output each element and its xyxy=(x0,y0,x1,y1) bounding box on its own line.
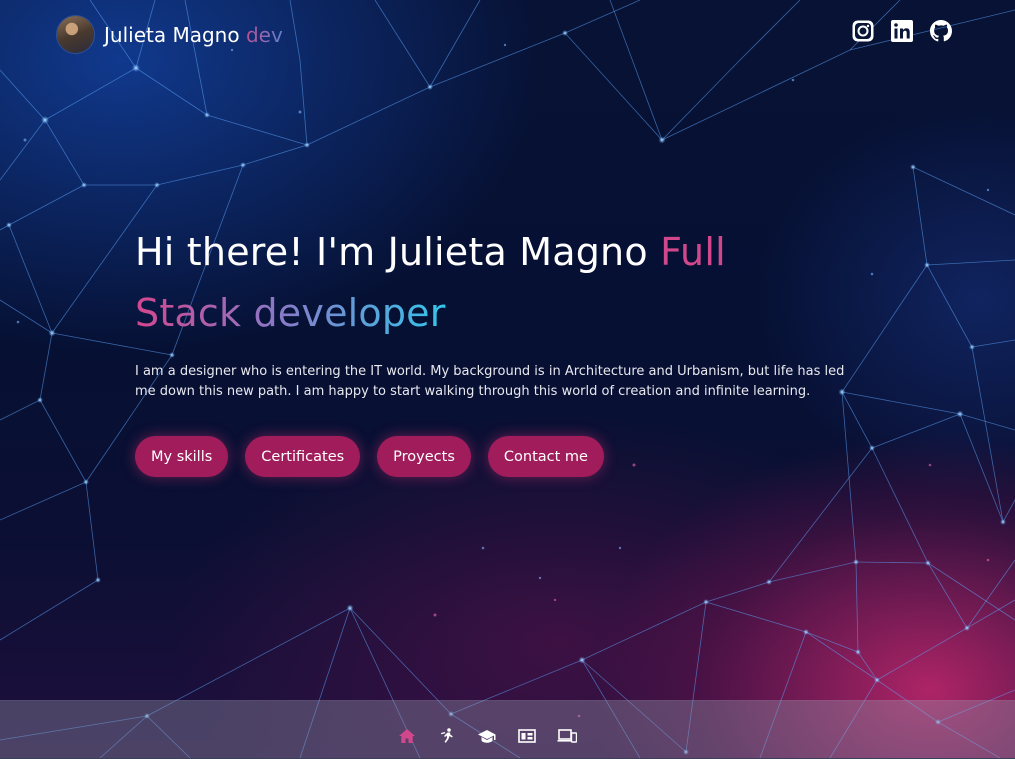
contact-me-button[interactable]: Contact me xyxy=(487,436,604,477)
brand-name-text: Julieta Magno xyxy=(104,22,240,47)
graduation-cap-icon[interactable] xyxy=(477,727,497,745)
site-header: Julieta Magno dev xyxy=(0,0,1015,70)
hero-description: I am a designer who is entering the IT w… xyxy=(135,364,845,399)
linkedin-icon[interactable] xyxy=(890,19,914,43)
bottom-nav xyxy=(0,700,1015,759)
skills-icon[interactable] xyxy=(437,727,457,745)
hero-heading: Hi there! I'm Julieta Magno Full Stack d… xyxy=(135,222,875,344)
my-skills-button[interactable]: My skills xyxy=(135,436,229,477)
hero-greeting: Hi there! I'm Julieta Magno xyxy=(135,230,661,274)
hero-role-first: Full xyxy=(660,230,726,274)
bottom-nav-icons xyxy=(397,727,577,745)
devices-icon[interactable] xyxy=(557,727,577,745)
github-icon[interactable] xyxy=(929,19,953,43)
hero-role-rest: Stack developer xyxy=(135,291,446,335)
projects-button[interactable]: Proyects xyxy=(377,436,471,477)
brand-name: Julieta Magno dev xyxy=(104,23,283,47)
hero-section: Hi there! I'm Julieta Magno Full Stack d… xyxy=(135,222,875,477)
hero-buttons: My skills Certificates Proyects Contact … xyxy=(135,436,875,477)
home-icon[interactable] xyxy=(397,727,417,745)
certificates-button[interactable]: Certificates xyxy=(245,436,361,477)
social-links xyxy=(851,19,953,43)
brand-suffix: dev xyxy=(245,22,283,47)
instagram-icon[interactable] xyxy=(851,19,875,43)
brand[interactable]: Julieta Magno dev xyxy=(57,16,283,53)
projects-icon[interactable] xyxy=(517,727,537,745)
avatar xyxy=(57,16,94,53)
